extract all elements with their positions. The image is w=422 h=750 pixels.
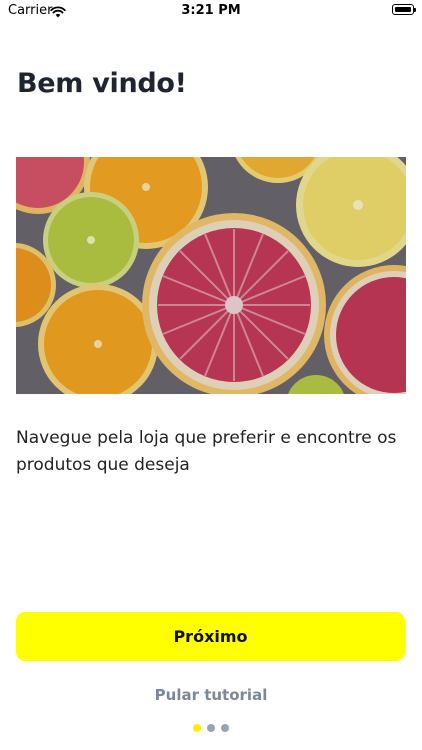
status-bar: Carrier 3:21 PM [0,0,422,24]
next-button[interactable]: Próximo [16,612,405,661]
clock: 3:21 PM [181,3,241,18]
page-dot-2[interactable] [207,724,215,732]
page-indicator[interactable] [0,724,422,732]
page-title: Bem vindo! [17,68,187,99]
skip-tutorial-link[interactable]: Pular tutorial [0,686,422,704]
battery-icon [392,4,416,15]
page-dot-1[interactable] [193,724,201,732]
page-dot-3[interactable] [221,724,229,732]
hero-image [16,157,406,394]
onboarding-description: Navegue pela loja que preferir e encontr… [16,428,397,475]
